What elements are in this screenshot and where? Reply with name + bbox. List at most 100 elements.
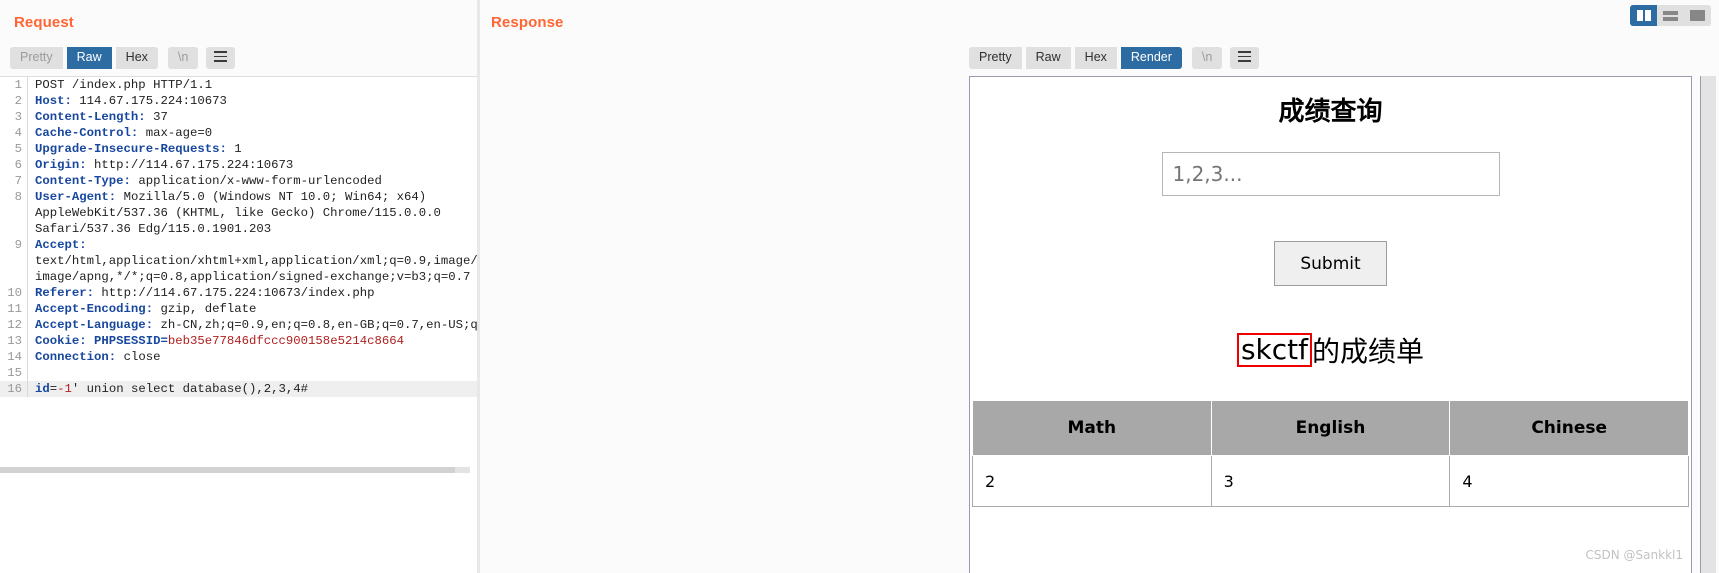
line-number: 12 xyxy=(0,317,28,333)
score-query-input[interactable] xyxy=(1161,152,1500,196)
line-content: POST /index.php HTTP/1.1 xyxy=(35,78,213,92)
burp-suite-repeater-window: Request Pretty Raw Hex \n 1 POST /index.p… xyxy=(0,0,1719,573)
response-tab-render[interactable]: Render xyxy=(1120,47,1182,69)
header-name: Content-Length: xyxy=(35,110,146,124)
request-line: Safari/537.36 Edg/115.0.1901.203 xyxy=(0,221,477,237)
response-newline-toggle[interactable]: \n xyxy=(1191,47,1223,69)
header-value: application/x-www-form-urlencoded xyxy=(130,174,382,188)
line-number: 7 xyxy=(0,173,28,189)
vertical-split-layout-button[interactable] xyxy=(1630,5,1657,26)
header-name: Connection: xyxy=(35,350,117,364)
response-tab-raw[interactable]: Raw xyxy=(1025,47,1071,69)
request-line: 7 Content-Type: application/x-www-form-ur… xyxy=(0,173,477,189)
line-text: id=-1' union select database(),2,3,4# xyxy=(28,381,308,397)
line-text: Host: 114.67.175.224:10673 xyxy=(28,93,227,109)
body-param-name: id xyxy=(35,382,50,396)
response-tab-hex[interactable]: Hex xyxy=(1074,47,1117,69)
single-pane-layout-button[interactable] xyxy=(1684,5,1711,26)
request-line: 6 Origin: http://114.67.175.224:10673 xyxy=(0,157,477,173)
line-text: Origin: http://114.67.175.224:10673 xyxy=(28,157,293,173)
header-name: User-Agent: xyxy=(35,190,117,204)
table-cell: 3 xyxy=(1210,455,1451,507)
table-column-header: Math xyxy=(972,400,1212,456)
header-name: Accept: xyxy=(35,238,87,252)
header-name: Host: xyxy=(35,94,72,108)
header-name: Content-Type: xyxy=(35,174,131,188)
table-cell: 2 xyxy=(972,455,1212,507)
line-number: 4 xyxy=(0,125,28,141)
header-value: http://114.67.175.224:10673/index.php xyxy=(94,286,375,300)
submit-button[interactable]: Submit xyxy=(1274,241,1387,286)
watermark: CSDN @Sankkl1 xyxy=(1585,548,1683,562)
table-row: 234 xyxy=(972,455,1689,507)
table-column-header: Chinese xyxy=(1449,400,1689,456)
line-number: 5 xyxy=(0,141,28,157)
header-name: Accept-Language: xyxy=(35,318,154,332)
request-scrollbar-thumb[interactable] xyxy=(0,467,455,473)
request-line: text/html,application/xhtml+xml,applicat… xyxy=(0,253,477,269)
request-tab-raw[interactable]: Raw xyxy=(66,47,112,69)
header-name: Upgrade-Insecure-Requests: xyxy=(35,142,227,156)
horizontal-split-layout-button[interactable] xyxy=(1657,5,1684,26)
request-raw-editor[interactable]: 1 POST /index.php HTTP/1.1 2 Host: 114.67.1… xyxy=(0,76,477,573)
request-line: 1 POST /index.php HTTP/1.1 xyxy=(0,77,477,93)
header-value: 114.67.175.224:10673 xyxy=(71,94,227,108)
request-line: AppleWebKit/537.36 (KHTML, like Gecko) C… xyxy=(0,205,477,221)
response-menu-button[interactable] xyxy=(1230,47,1260,69)
line-content: text/html,application/xhtml+xml,applicat… xyxy=(35,254,477,268)
report-heading: skctf 的成绩单 xyxy=(970,330,1691,370)
header-name: Referer: xyxy=(35,286,95,300)
request-line: 11 Accept-Encoding: gzip, deflate xyxy=(0,301,477,317)
request-view-toolbar: Pretty Raw Hex \n xyxy=(10,47,236,69)
vertical-split-icon xyxy=(1636,10,1651,21)
hamburger-icon xyxy=(1238,51,1252,62)
query-form-row xyxy=(970,152,1691,196)
body-param-value: =-1' union select database(),2,3,4# xyxy=(49,382,309,396)
line-number xyxy=(0,205,28,221)
request-panel-title: Request xyxy=(14,14,74,31)
header-value: 37 xyxy=(145,110,168,124)
line-text: Referer: http://114.67.175.224:10673/ind… xyxy=(28,285,374,301)
request-line: 16 id=-1' union select database(),2,3,4# xyxy=(0,381,477,397)
header-name: Accept-Encoding: xyxy=(35,302,154,316)
line-number: 3 xyxy=(0,109,28,125)
request-menu-button[interactable] xyxy=(206,47,236,69)
line-text: Content-Length: 37 xyxy=(28,109,168,125)
line-content: Safari/537.36 Edg/115.0.1901.203 xyxy=(35,222,272,236)
submit-row: Submit xyxy=(970,241,1691,286)
request-horizontal-scrollbar[interactable] xyxy=(0,467,470,473)
table-header-row: Math English Chinese xyxy=(972,400,1689,456)
line-text xyxy=(28,365,35,381)
request-tab-hex[interactable]: Hex xyxy=(115,47,158,69)
header-name: Cookie: xyxy=(35,334,87,348)
request-tab-pretty[interactable]: Pretty xyxy=(10,47,63,69)
scores-table-body: 234 xyxy=(972,455,1689,507)
single-pane-icon xyxy=(1690,10,1705,21)
table-column-header: English xyxy=(1210,400,1451,456)
scores-table-head: Math English Chinese xyxy=(972,400,1689,456)
cookie-value: beb35e77846dfccc900158e5214c8664 xyxy=(167,334,404,348)
line-text: Safari/537.36 Edg/115.0.1901.203 xyxy=(28,221,271,237)
horizontal-split-icon xyxy=(1663,10,1678,21)
response-tab-pretty[interactable]: Pretty xyxy=(969,47,1022,69)
request-line: 8 User-Agent: Mozilla/5.0 (Windows NT 10.… xyxy=(0,189,477,205)
header-value: zh-CN,zh;q=0.9,en;q=0.8,en-GB;q=0.7,en-U… xyxy=(153,318,477,332)
response-panel-title: Response xyxy=(491,14,564,31)
line-text: Content-Type: application/x-www-form-url… xyxy=(28,173,382,189)
page-title: 成绩查询 xyxy=(1278,97,1383,127)
request-line: 4 Cache-Control: max-age=0 xyxy=(0,125,477,141)
response-vertical-scrollbar[interactable] xyxy=(1700,76,1716,573)
request-line: image/apng,*/*;q=0.8,application/signed-… xyxy=(0,269,477,285)
header-name: Origin: xyxy=(35,158,87,172)
line-number xyxy=(0,269,28,285)
request-newline-toggle[interactable]: \n xyxy=(167,47,199,69)
line-text: User-Agent: Mozilla/5.0 (Windows NT 10.0… xyxy=(28,189,426,205)
line-content: image/apng,*/*;q=0.8,application/signed-… xyxy=(35,270,471,284)
line-number: 1 xyxy=(0,77,28,93)
header-name: Cache-Control: xyxy=(35,126,139,140)
line-number: 8 xyxy=(0,189,28,205)
line-number xyxy=(0,253,28,269)
cookie-key: PHPSESSID= xyxy=(86,334,168,348)
table-cell: 4 xyxy=(1449,455,1689,507)
line-text: Connection: close xyxy=(28,349,160,365)
